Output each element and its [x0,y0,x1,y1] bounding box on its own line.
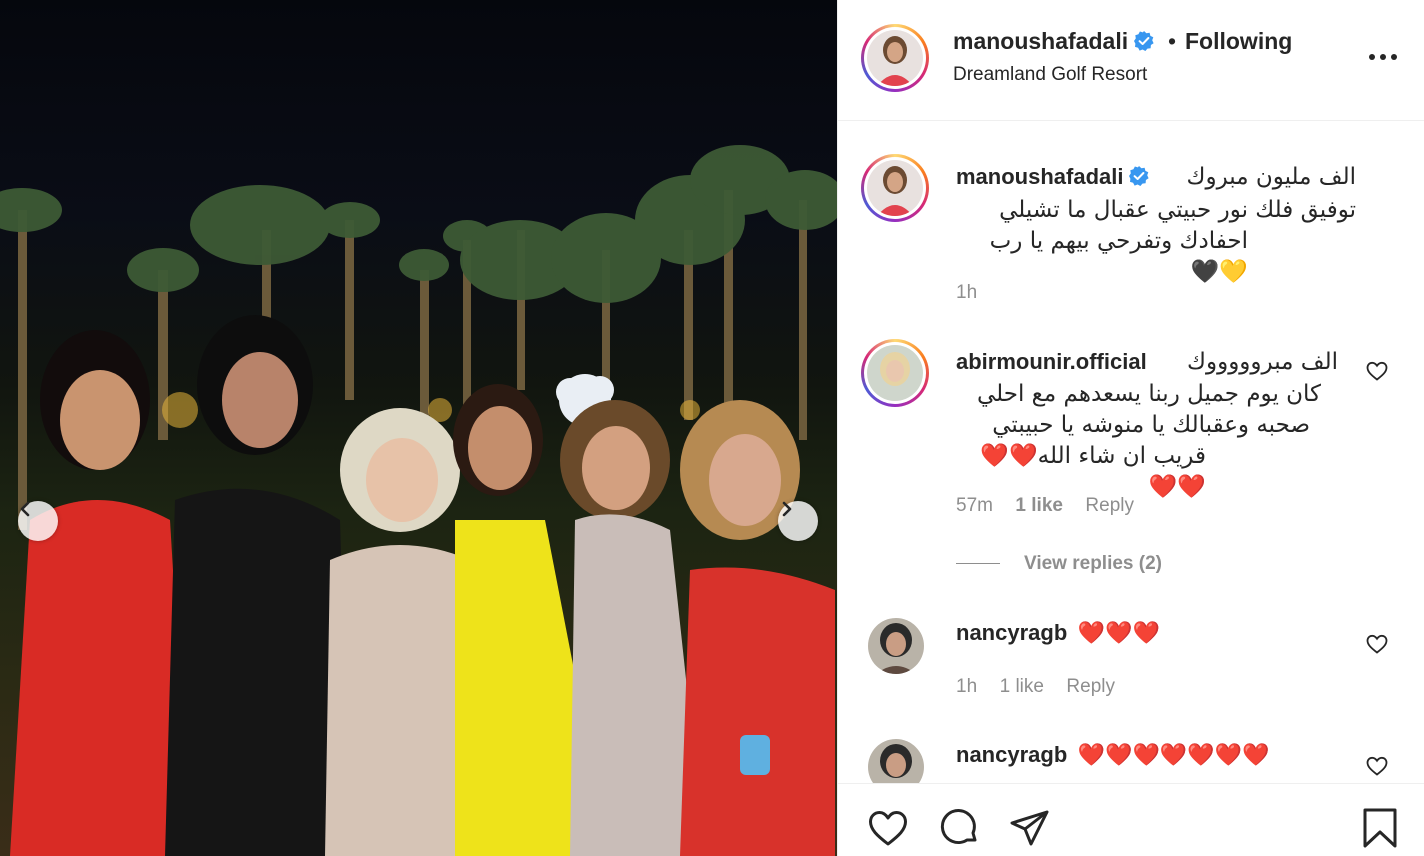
comment-text-line-4: قريب ان شاء الله❤️❤️❤️❤️ [980,443,1206,500]
comment-text: ❤️❤️❤️❤️❤️❤️❤️ [1077,742,1270,767]
post-header: manoushafadali • Following Dreamland Gol… [838,0,1424,121]
caption-username[interactable]: manoushafadali [956,164,1150,190]
share-icon [1010,810,1049,846]
comment-username[interactable]: nancyragb [956,620,1067,645]
instagram-post-view: manoushafadali • Following Dreamland Gol… [0,0,1424,856]
next-photo-button[interactable] [778,501,818,541]
post-side-panel: manoushafadali • Following Dreamland Gol… [837,0,1424,856]
previous-photo-button[interactable] [18,501,58,541]
comment-username[interactable]: abirmounir.official [956,349,1147,375]
separator-dot: • [1168,28,1177,54]
comment-like-button[interactable] [1365,632,1389,656]
heart-icon [1366,361,1388,381]
caption-text-line-3: احفادك وتفرحي بيهم يا رب 💛🖤 [989,228,1248,285]
comment-first-line: nancyragb ❤️❤️❤️ [956,620,1160,651]
comment-likes-count[interactable]: 1 like [1015,495,1063,516]
comment-like-button[interactable] [1365,359,1389,383]
comment-icon [940,809,977,845]
verified-badge-icon [1129,166,1150,187]
comment-reply-button[interactable]: Reply [1085,495,1134,516]
view-replies-divider [956,563,1000,565]
bookmark-icon [1363,808,1397,848]
heart-icon [1366,634,1388,654]
comment-avatar[interactable] [861,339,929,407]
comment-first-line: abirmounir.official الف مبروووووك [956,347,1356,378]
comment-avatar-image [868,739,924,783]
comment-like-button[interactable] [1365,754,1389,778]
comment-timestamp[interactable]: 57m [956,495,993,516]
comment-likes-count[interactable]: 1 like [1000,676,1044,697]
comment-avatar-image [868,618,924,674]
caption-avatar-image [867,160,923,216]
caption-avatar[interactable] [861,154,929,222]
comment-text-line-3: صحبه وعقبالك يا منوشه يا حبيبتي [992,412,1310,438]
more-options-icon[interactable] [1369,54,1399,64]
comments-list[interactable]: manoushafadali الف مليون مبروك توفيق فلك… [838,121,1424,783]
view-replies-button[interactable]: View replies (2) [956,553,1162,575]
comment-text: ❤️❤️❤️ [1077,620,1160,645]
comment-timestamp[interactable]: 1h [956,676,977,697]
like-button[interactable] [866,806,910,850]
post-photo[interactable] [0,0,837,856]
photo-illustration [0,145,837,856]
chevron-right-icon [782,501,792,517]
post-action-bar [838,783,1424,856]
comment-meta: 57m 1 like Reply [956,495,1134,517]
caption-first-line: manoushafadali الف مليون مبروك [956,162,1356,193]
comment-meta: 1h 1 like Reply [956,676,1115,698]
heart-icon [1366,756,1388,776]
author-avatar-image [867,30,923,86]
verified-badge-icon [1134,30,1154,51]
comment-text-line-2: كان يوم جميل ربنا يسعدهم مع احلي [976,381,1321,407]
comment-button[interactable] [937,806,981,850]
comment-reply-button[interactable]: Reply [1066,676,1115,697]
comment-avatar[interactable] [868,739,924,783]
comment-first-line: nancyragb ❤️❤️❤️❤️❤️❤️❤️ [956,742,1269,773]
following-button[interactable]: Following [1185,28,1292,55]
comment-text-line-1: الف مبروووووك [1187,349,1338,375]
comment-avatar-image [867,345,923,401]
author-avatar[interactable] [861,24,929,92]
caption-timestamp[interactable]: 1h [956,282,977,304]
author-username[interactable]: manoushafadali [953,28,1154,55]
caption-text-line-1: الف مليون مبروك [1186,164,1357,190]
comment-username[interactable]: nancyragb [956,742,1067,767]
caption-text-line-2: توفيق فلك نور حبيتي عقبال ما تشيلي [999,197,1356,223]
heart-icon [869,811,907,846]
comment-avatar[interactable] [868,618,924,674]
share-button[interactable] [1008,806,1052,850]
chevron-left-icon [20,501,30,517]
save-button[interactable] [1358,806,1402,850]
post-location[interactable]: Dreamland Golf Resort [953,64,1147,86]
